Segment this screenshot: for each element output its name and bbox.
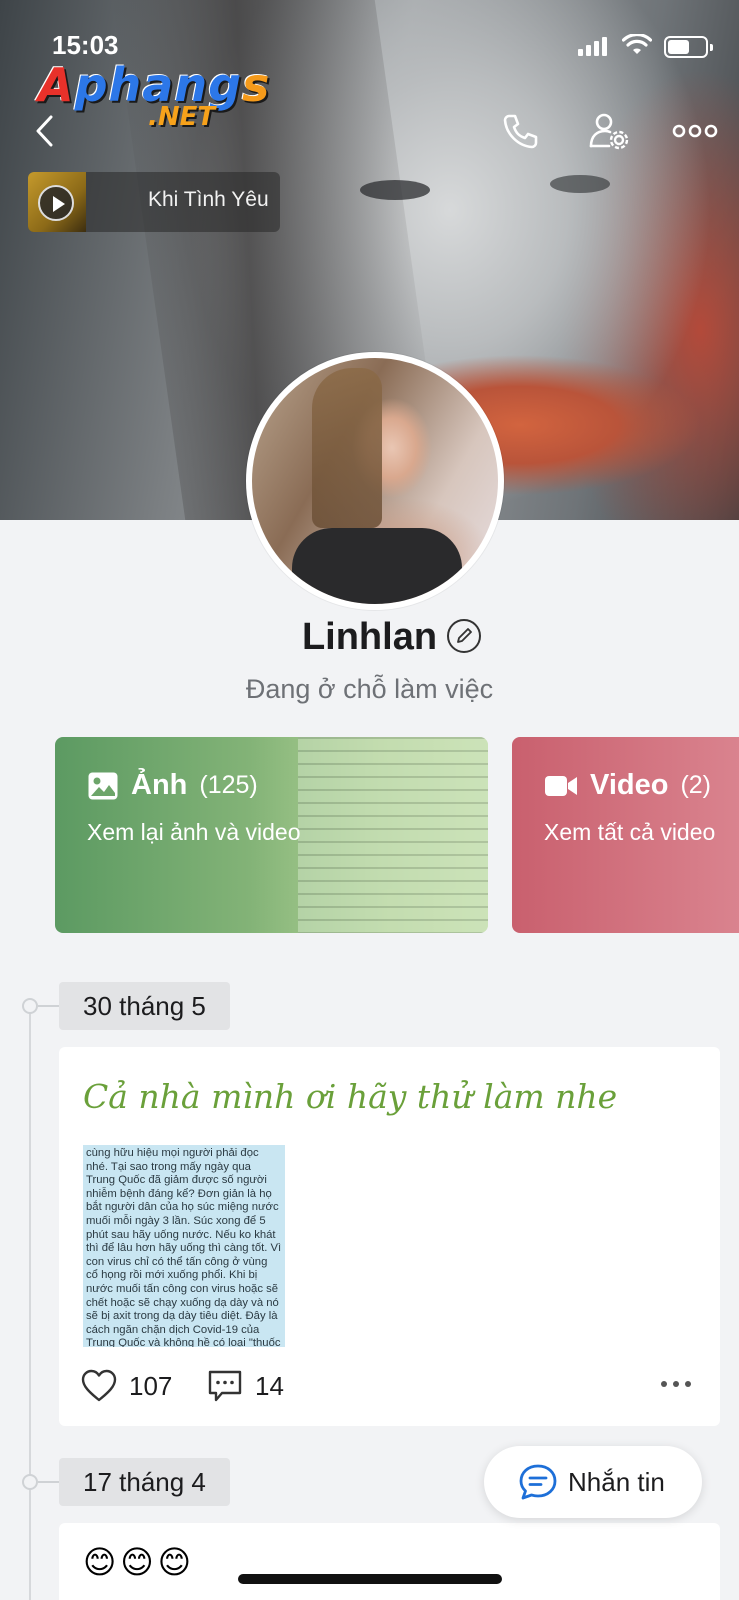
photos-card-thumbnail [298,737,488,933]
profile-page: 15:03 Aphangs .NET Khi Tình Yêu Linhlan … [0,0,739,1600]
send-message-button[interactable]: Nhắn tin [484,1446,702,1518]
post-more-button[interactable] [661,1381,691,1387]
timeline-dot [22,998,38,1014]
photos-card-count: (125) [199,771,258,799]
timeline-date: 17 tháng 4 [59,1458,230,1506]
post-image[interactable]: cùng hữu hiệu mọi người phải đọc nhé. Tạ… [83,1145,285,1347]
call-button[interactable] [498,108,544,154]
music-title: Khi Tình Yêu [148,188,269,211]
more-horizontal-icon [672,124,718,138]
chevron-left-icon [36,115,53,147]
post-emojis: 😊😊😊 [83,1544,196,1580]
phone-icon [503,114,538,149]
home-indicator[interactable] [238,1574,502,1584]
post-image-text: cùng hữu hiệu mọi người phải đọc nhé. Tạ… [86,1147,282,1347]
avatar[interactable] [246,352,504,610]
timeline-dot [22,1474,38,1490]
comment-count: 14 [255,1370,284,1401]
profile-name: Linhlan [0,616,739,659]
wifi-icon [622,34,652,54]
chat-bubble-icon [519,1464,557,1500]
post-actions: 107 14 [81,1367,701,1411]
timeline-date: 30 tháng 5 [59,982,230,1030]
photos-card-header: Ảnh (125) [87,769,258,802]
profile-music-player[interactable]: Khi Tình Yêu [28,172,280,232]
videos-card-title: Video [590,769,669,801]
videos-card-count: (2) [680,771,711,799]
video-camera-icon [545,775,577,796]
timeline-line [29,1010,31,1600]
image-icon [88,772,118,799]
pencil-icon [457,628,472,643]
watermark-logo-part: A [38,58,75,112]
videos-card-header: Video (2) [544,769,711,802]
status-time: 15:03 [52,30,119,60]
videos-card-subtitle: Xem tất cả video [544,819,716,845]
user-settings-icon [589,113,629,150]
photos-card-title: Ảnh [131,769,188,801]
like-count: 107 [129,1370,173,1401]
cover-photo-detail [550,175,610,193]
photos-card-subtitle: Xem lại ảnh và video [87,819,301,845]
more-options-button[interactable] [672,108,718,154]
comment-button[interactable]: 14 [207,1369,284,1403]
avatar-detail [312,368,382,528]
send-message-label: Nhắn tin [568,1466,665,1497]
back-button[interactable] [22,108,68,154]
videos-card[interactable]: Video (2) Xem tất cả video [512,737,739,933]
profile-status: Đang ở chỗ làm việc [245,674,494,704]
comment-icon [208,1370,242,1402]
watermark-logo: Aphangs .NET [38,58,269,138]
music-album-art [28,172,86,232]
cover-photo-detail [360,180,430,200]
timeline-post[interactable]: Cả nhà mình ơi hãy thử làm nhe cùng hữu … [59,1047,720,1426]
profile-settings-button[interactable] [586,108,632,154]
watermark-logo-part: s [242,58,271,112]
photos-card[interactable]: Ảnh (125) Xem lại ảnh và video [55,737,488,933]
timeline-post[interactable]: 😊😊😊 [59,1523,720,1600]
edit-name-button[interactable] [447,619,481,653]
play-icon[interactable] [38,185,74,221]
timeline-connector [38,1481,60,1483]
battery-icon [664,36,713,58]
profile-name-text: Linhlan [301,616,438,658]
avatar-detail [292,528,462,604]
like-button[interactable]: 107 [81,1369,172,1403]
timeline-connector [38,1005,60,1007]
post-caption: Cả nhà mình ơi hãy thử làm nhe [83,1077,618,1116]
watermark-logo-suffix: .NET [148,102,216,132]
heart-icon [81,1369,117,1402]
cellular-signal-icon [578,36,607,56]
